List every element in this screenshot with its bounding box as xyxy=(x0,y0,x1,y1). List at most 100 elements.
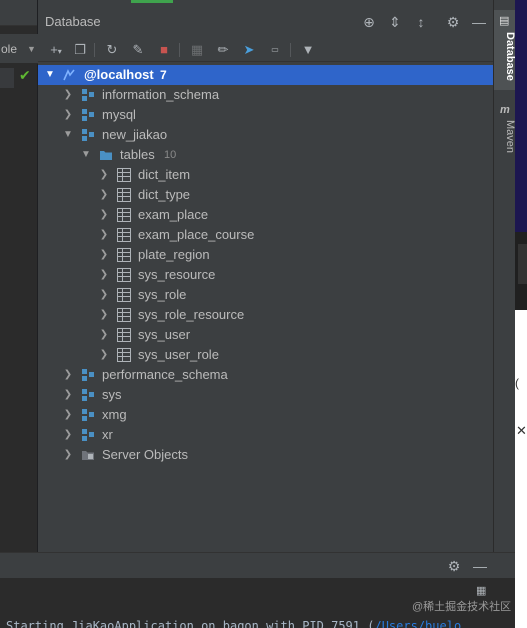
database-icon: ▤ xyxy=(499,15,510,27)
chevron-right-icon[interactable]: ❯ xyxy=(98,165,110,185)
table-icon xyxy=(117,348,131,362)
copy-icon[interactable]: ❐ xyxy=(71,40,89,60)
tree-label: dict_item xyxy=(138,167,191,182)
add-icon[interactable]: +▾ xyxy=(47,40,65,60)
chevron-down-icon[interactable]: ▼ xyxy=(80,145,92,165)
tree-table-plate-region[interactable]: ❯ plate_region xyxy=(38,245,493,265)
database-header: Database ⊕ ⇕ ↕ ⚙ — xyxy=(38,10,493,34)
schema-icon xyxy=(82,129,94,141)
chevron-right-icon[interactable]: ❯ xyxy=(62,105,74,125)
sql-console-icon[interactable]: ▭ xyxy=(266,40,284,60)
toolbar-separator xyxy=(290,43,291,57)
run-config-dropdown[interactable]: ole ▼ xyxy=(0,34,38,64)
editor-current-line xyxy=(0,68,14,88)
tree-label: sys_role xyxy=(138,287,187,302)
close-icon[interactable]: ✕ xyxy=(516,423,527,439)
chevron-right-icon[interactable]: ❯ xyxy=(62,425,74,445)
tree-folder-tables[interactable]: ▼ tables 10 xyxy=(38,145,493,165)
bottom-tool-bar: ⚙ — xyxy=(0,552,515,578)
tree-label: sys_resource xyxy=(138,267,216,282)
table-icon xyxy=(117,328,131,342)
connection-name: @localhost xyxy=(84,67,154,82)
tree-table-sys-resource[interactable]: ❯ sys_resource xyxy=(38,265,493,285)
table-icon xyxy=(117,228,131,242)
server-objects-icon xyxy=(82,451,94,460)
tree-label: information_schema xyxy=(102,87,220,102)
tree-connection-localhost[interactable]: ▼ @localhost 7 xyxy=(38,65,493,85)
gear-icon[interactable]: ⚙ xyxy=(444,13,462,31)
schema-icon xyxy=(82,369,94,381)
connection-count: 7 xyxy=(160,68,167,82)
chevron-right-icon[interactable]: ❯ xyxy=(98,345,110,365)
tree-schema-mysql[interactable]: ❯ mysql xyxy=(38,105,493,125)
tree-table-sys-user[interactable]: ❯ sys_user xyxy=(38,325,493,345)
partial-icon: ⁢( xyxy=(515,376,519,390)
minimize-icon[interactable]: — xyxy=(471,557,489,575)
edit-icon[interactable]: ✏ xyxy=(214,40,232,60)
filter-icon[interactable]: ▼ xyxy=(299,40,317,60)
tree-table-sys-role-resource[interactable]: ❯ sys_role_resource xyxy=(38,305,493,325)
run-config-label: ole xyxy=(1,42,18,56)
editor-topbar xyxy=(0,0,37,26)
folder-icon xyxy=(100,151,112,160)
tree-table-sys-role[interactable]: ❯ sys_role xyxy=(38,285,493,305)
chevron-down-icon: ▼ xyxy=(27,44,36,54)
side-tab-maven[interactable]: m Maven xyxy=(494,102,516,162)
chevron-right-icon[interactable]: ❯ xyxy=(98,285,110,305)
chevron-right-icon[interactable]: ❯ xyxy=(98,185,110,205)
tree-table-exam-place[interactable]: ❯ exam_place xyxy=(38,205,493,225)
log-path-link[interactable]: /Users/buelo xyxy=(374,619,461,628)
tree-table-dict-type[interactable]: ❯ dict_type xyxy=(38,185,493,205)
chevron-right-icon[interactable]: ❯ xyxy=(62,85,74,105)
schema-icon xyxy=(82,429,94,441)
chevron-down-icon[interactable]: ▼ xyxy=(62,125,74,145)
tree-schema-xmg[interactable]: ❯ xmg xyxy=(38,405,493,425)
chevron-right-icon[interactable]: ❯ xyxy=(98,325,110,345)
log-text: Starting JiaKaoApplication on bagon with… xyxy=(6,619,375,628)
chevron-right-icon[interactable]: ❯ xyxy=(98,225,110,245)
table-icon xyxy=(117,188,131,202)
tree-table-sys-user-role[interactable]: ❯ sys_user_role xyxy=(38,345,493,365)
chevron-right-icon[interactable]: ❯ xyxy=(98,265,110,285)
tree-schema-performance-schema[interactable]: ❯ performance_schema xyxy=(38,365,493,385)
refresh-icon[interactable]: ↻ xyxy=(103,40,121,60)
chevron-right-icon[interactable]: ❯ xyxy=(62,405,74,425)
layout-icon[interactable]: ▦ xyxy=(476,584,488,597)
gear-icon[interactable]: ⚙ xyxy=(445,557,463,575)
tree-schema-new-jiakao[interactable]: ▼ new_jiakao xyxy=(38,125,493,145)
database-tree: ▼ @localhost 7 ❯ information_schema ❯ my… xyxy=(38,65,493,465)
chevron-right-icon[interactable]: ❯ xyxy=(98,245,110,265)
tree-label: exam_place_course xyxy=(138,227,255,242)
editor-pane: ole ▼ ✔ xyxy=(0,0,38,552)
tree-label: sys xyxy=(102,387,122,402)
table-icon xyxy=(117,288,131,302)
schema-tools-icon[interactable]: ✎ xyxy=(129,40,147,60)
tree-schema-sys[interactable]: ❯ sys xyxy=(38,385,493,405)
schema-icon xyxy=(82,409,94,421)
tree-schema-xr[interactable]: ❯ xr xyxy=(38,425,493,445)
stop-icon[interactable]: ■ xyxy=(155,40,173,60)
chevron-right-icon[interactable]: ❯ xyxy=(62,385,74,405)
chevron-right-icon[interactable]: ❯ xyxy=(62,445,74,465)
chevron-right-icon[interactable]: ❯ xyxy=(98,305,110,325)
chevron-right-icon[interactable]: ❯ xyxy=(98,205,110,225)
tree-table-dict-item[interactable]: ❯ dict_item xyxy=(38,165,493,185)
chevron-right-icon[interactable]: ❯ xyxy=(62,365,74,385)
tree-table-exam-place-course[interactable]: ❯ exam_place_course xyxy=(38,225,493,245)
run-console: ▦ @稀土掘金技术社区 Starting JiaKaoApplication o… xyxy=(0,578,515,628)
table-icon xyxy=(117,168,131,182)
table-view-icon[interactable]: ▦ xyxy=(188,40,206,60)
minimize-icon[interactable]: — xyxy=(470,13,488,31)
crosshair-icon[interactable]: ⊕ xyxy=(360,13,378,31)
tree-schema-information-schema[interactable]: ❯ information_schema xyxy=(38,85,493,105)
expand-all-icon[interactable]: ⇕ xyxy=(386,13,404,31)
tree-label: sys_user_role xyxy=(138,347,219,362)
schema-icon xyxy=(82,89,94,101)
tree-server-objects[interactable]: ❯ Server Objects xyxy=(38,445,493,465)
chevron-down-icon[interactable]: ▼ xyxy=(44,65,56,85)
jump-icon[interactable]: ➤ xyxy=(240,40,258,60)
collapse-all-icon[interactable]: ↕ xyxy=(412,13,430,31)
side-tab-database[interactable]: ▤ Database xyxy=(494,10,516,90)
table-icon xyxy=(117,248,131,262)
table-icon xyxy=(117,208,131,222)
